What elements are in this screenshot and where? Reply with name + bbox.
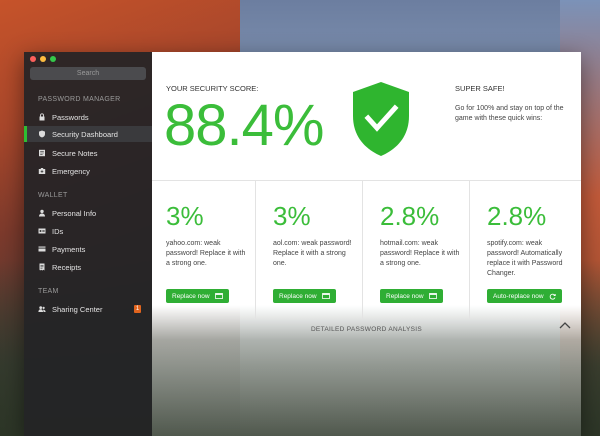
- sidebar-item-emergency[interactable]: Emergency: [24, 163, 152, 179]
- person-icon: [39, 209, 45, 217]
- sidebar-item-label: Receipts: [52, 262, 82, 272]
- window-icon: [214, 293, 223, 299]
- safety-status-description: Go for 100% and stay on top of the game …: [455, 105, 564, 122]
- sidebar-item-receipts[interactable]: Receipts: [24, 259, 152, 275]
- safety-status-title: SUPER SAFE!: [455, 84, 505, 93]
- sidebar-item-label: Security Dashboard: [52, 129, 118, 139]
- shield-check-icon: [353, 82, 409, 156]
- notification-badge: 1: [134, 305, 141, 313]
- card-icon: [38, 246, 46, 252]
- window-icon: [321, 293, 330, 299]
- quick-win-description: hotmail.com: weak password! Replace it w…: [380, 240, 460, 267]
- replace-now-button[interactable]: Replace now: [380, 289, 443, 303]
- sidebar-item-label: Payments: [52, 244, 86, 254]
- section-label-wallet: WALLET: [38, 192, 68, 199]
- security-score-value: 88.4%: [164, 93, 324, 158]
- sidebar-item-label: Passwords: [52, 112, 89, 122]
- quick-win-percent: 3%: [166, 201, 204, 231]
- quick-win-description: aol.com: weak password! Replace it with …: [273, 240, 352, 267]
- people-icon: [38, 306, 46, 312]
- sidebar-item-label: Secure Notes: [52, 148, 98, 158]
- sidebar-item-passwords[interactable]: Passwords: [24, 109, 152, 125]
- quick-win-percent: 3%: [273, 201, 311, 231]
- auto-replace-now-button[interactable]: Auto-replace now: [487, 289, 562, 303]
- quick-win-description: yahoo.com: weak password! Replace it wit…: [166, 240, 246, 267]
- button-label: Replace now: [279, 292, 317, 300]
- quick-win-card-yahoo: 3% yahoo.com: weak password! Replace it …: [152, 181, 256, 319]
- section-label-password-manager: PASSWORD MANAGER: [38, 96, 121, 103]
- receipt-icon: [39, 263, 45, 271]
- lock-icon: [39, 113, 45, 121]
- replace-now-button[interactable]: Replace now: [273, 289, 336, 303]
- window-controls: [30, 56, 56, 62]
- quick-win-card-aol: 3% aol.com: weak password! Replace it wi…: [259, 181, 363, 319]
- section-label-team: TEAM: [38, 288, 59, 295]
- sidebar-item-label: IDs: [52, 226, 64, 236]
- close-window-button[interactable]: [30, 56, 36, 62]
- detailed-analysis-toggle[interactable]: DETAILED PASSWORD ANALYSIS: [152, 320, 581, 334]
- sidebar-item-personal-info[interactable]: Personal Info: [24, 205, 152, 221]
- sidebar-item-label: Personal Info: [52, 208, 97, 218]
- button-label: Replace now: [386, 292, 424, 300]
- shield-icon: [39, 130, 45, 138]
- sidebar-item-label: Emergency: [52, 166, 90, 176]
- refresh-icon: [549, 293, 556, 300]
- window-icon: [428, 293, 437, 299]
- button-label: Replace now: [172, 292, 210, 300]
- quick-win-description: spotify.com: weak password! Automaticall…: [487, 240, 563, 277]
- emergency-icon: [38, 168, 46, 174]
- sidebar-item-label: Sharing Center: [52, 304, 103, 314]
- quick-win-card-spotify: 2.8% spotify.com: weak password! Automat…: [473, 181, 577, 319]
- quick-win-percent: 2.8%: [487, 201, 547, 231]
- security-dashboard: YOUR SECURITY SCORE: 88.4% SUPER SAFE! G…: [152, 52, 581, 436]
- sidebar-item-secure-notes[interactable]: Secure Notes: [24, 145, 152, 161]
- note-icon: [39, 149, 45, 157]
- quick-wins: 3% yahoo.com: weak password! Replace it …: [152, 180, 581, 319]
- id-card-icon: [38, 228, 46, 234]
- quick-win-percent: 2.8%: [380, 201, 440, 231]
- button-label: Auto-replace now: [493, 292, 544, 300]
- app-window: Search PASSWORD MANAGER Passwords Securi…: [24, 52, 581, 436]
- sidebar-item-ids[interactable]: IDs: [24, 223, 152, 239]
- search-input[interactable]: Search: [30, 67, 146, 80]
- chevron-up-icon[interactable]: [559, 320, 571, 330]
- sidebar-item-payments[interactable]: Payments: [24, 241, 152, 257]
- sidebar-item-security-dashboard[interactable]: Security Dashboard: [24, 126, 152, 142]
- minimize-window-button[interactable]: [40, 56, 46, 62]
- quick-win-card-hotmail: 2.8% hotmail.com: weak password! Replace…: [366, 181, 470, 319]
- sidebar-item-sharing-center[interactable]: Sharing Center 1: [24, 301, 152, 317]
- sidebar: Search PASSWORD MANAGER Passwords Securi…: [24, 52, 152, 436]
- replace-now-button[interactable]: Replace now: [166, 289, 229, 303]
- zoom-window-button[interactable]: [50, 56, 56, 62]
